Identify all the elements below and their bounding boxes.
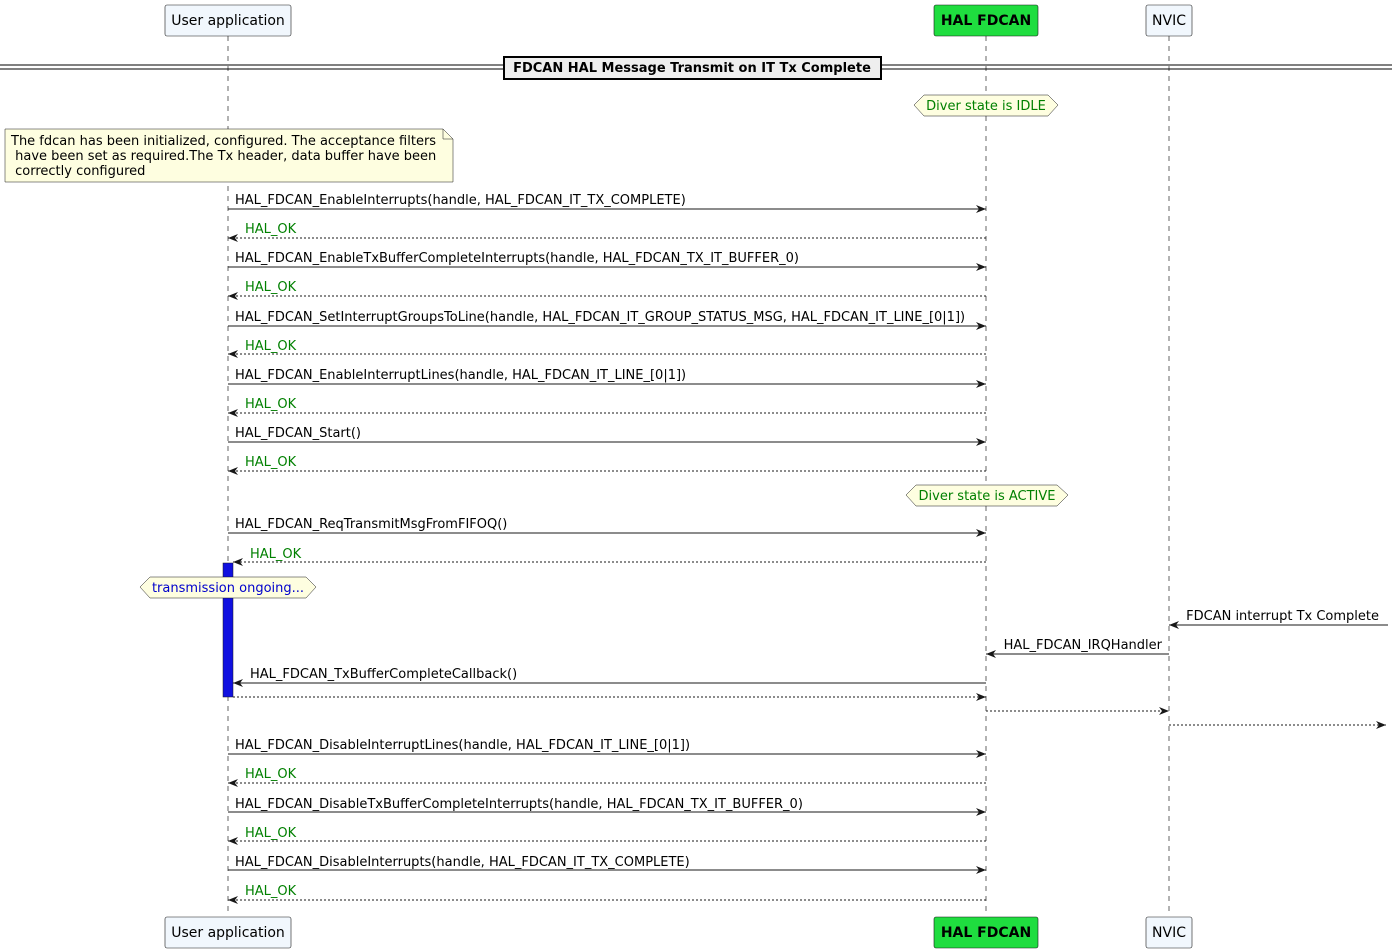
participant-hal-fdcan-top: HAL FDCAN	[933, 4, 1039, 37]
state-idle-label: Diver state is IDLE	[926, 99, 1046, 114]
participant-label: NVIC	[1152, 925, 1186, 941]
return-label: HAL_OK	[245, 455, 297, 470]
participant-user-application-bottom: User application	[164, 916, 292, 949]
divider-label: FDCAN HAL Message Transmit on IT Tx Comp…	[513, 61, 871, 76]
participant-user-application-top: User application	[164, 4, 292, 37]
message-label: HAL_FDCAN_EnableInterrupts(handle, HAL_F…	[235, 193, 686, 208]
message-label: HAL_FDCAN_SetInterruptGroupsToLine(handl…	[235, 310, 965, 325]
participant-nvic-bottom: NVIC	[1145, 916, 1193, 949]
return-label: HAL_OK	[245, 767, 297, 782]
note-line: The fdcan has been initialized, configur…	[10, 134, 436, 149]
participant-label: HAL FDCAN	[941, 13, 1031, 29]
state-active: Diver state is ACTIVE	[905, 484, 1069, 507]
message-label: HAL_FDCAN_DisableTxBufferCompleteInterru…	[235, 797, 803, 812]
return-label: HAL_OK	[245, 826, 297, 841]
message-label: FDCAN interrupt Tx Complete	[1186, 609, 1379, 624]
message-label: HAL_FDCAN_IRQHandler	[1004, 638, 1163, 653]
return-label: HAL_OK	[245, 280, 297, 295]
message-label: HAL_FDCAN_Start()	[235, 426, 361, 441]
message-label: HAL_FDCAN_EnableInterruptLines(handle, H…	[235, 368, 686, 383]
message-label: HAL_FDCAN_DisableInterrupts(handle, HAL_…	[235, 855, 690, 870]
sequence-diagram: User application HAL FDCAN NVIC FDCAN HA…	[0, 4, 1392, 949]
participant-label: HAL FDCAN	[941, 925, 1031, 941]
participant-nvic-top: NVIC	[1145, 4, 1193, 37]
participant-label: User application	[171, 925, 285, 941]
note-line: correctly configured	[11, 164, 145, 179]
state-idle: Diver state is IDLE	[913, 94, 1059, 117]
message-label: HAL_FDCAN_EnableTxBufferCompleteInterrup…	[235, 251, 799, 266]
return-label: HAL_OK	[245, 397, 297, 412]
participant-label: NVIC	[1152, 13, 1186, 29]
state-active-label: Diver state is ACTIVE	[919, 489, 1056, 504]
message-label: HAL_FDCAN_ReqTransmitMsgFromFIFOQ()	[235, 517, 507, 532]
note-line: have been set as required.The Tx header,…	[11, 149, 436, 164]
return-label: HAL_OK	[245, 339, 297, 354]
note-initialized: The fdcan has been initialized, configur…	[4, 128, 454, 183]
state-transmission-label: transmission ongoing...	[152, 581, 304, 596]
section-divider: FDCAN HAL Message Transmit on IT Tx Comp…	[0, 56, 1392, 80]
message-label: HAL_FDCAN_DisableInterruptLines(handle, …	[235, 738, 690, 753]
return-label: HAL_OK	[245, 222, 297, 237]
participant-label: User application	[171, 13, 285, 29]
state-transmission-ongoing: transmission ongoing...	[139, 576, 317, 599]
message-label: HAL_FDCAN_TxBufferCompleteCallback()	[250, 667, 517, 682]
participant-hal-fdcan-bottom: HAL FDCAN	[933, 916, 1039, 949]
return-label: HAL_OK	[250, 547, 302, 562]
return-label: HAL_OK	[245, 884, 297, 899]
